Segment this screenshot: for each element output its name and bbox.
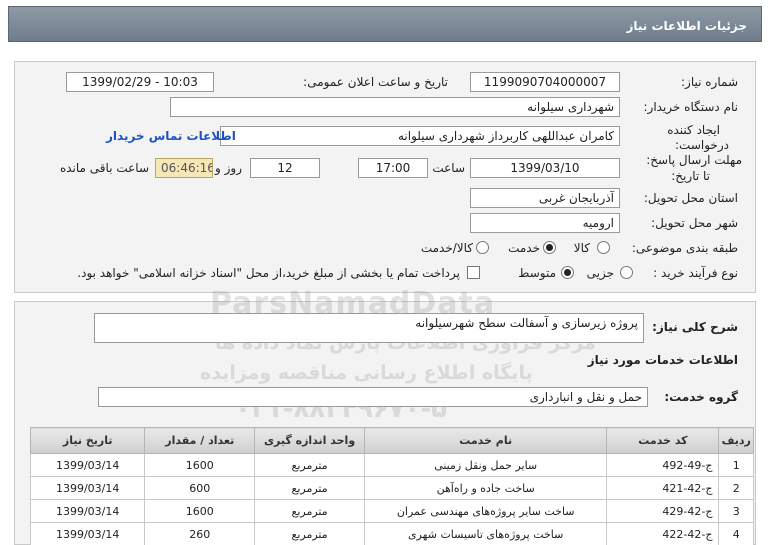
services-table-header: ردیف کد خدمت نام خدمت واحد اندازه گیری ت… [29,427,754,454]
process-medium-label: متوسط [518,266,556,280]
announce-date-field: 1399/02/29 - 10:03 [66,72,214,92]
category-service-radio[interactable] [543,241,556,254]
service-date: 1399/03/14 [29,522,146,545]
province-field: آذربایجان غربی [470,188,620,208]
row-number: 2 [718,476,754,500]
service-code: ج-42-429 [606,499,720,523]
remaining-time-label: ساعت باقی مانده [59,161,149,175]
page-title: جزئیات اطلاعات نیاز [8,6,762,42]
buyer-contact-link[interactable]: اطلاعات تماس خریدار [106,129,236,143]
col-code-header: کد خدمت [606,427,720,454]
service-unit: مترمربع [254,453,365,477]
table-row: 2 ج-42-421 ساخت جاده و راه‌آهن مترمربع 6… [29,476,754,500]
deadline-label-line2: تا تاریخ: [671,169,710,183]
need-number-label: شماره نیاز: [681,75,738,89]
creator-label-line2: درخواست: [675,138,729,152]
deadline-date-field: 1399/03/10 [470,158,620,178]
deadline-time-label: ساعت [432,161,465,175]
category-label: طبقه بندی موضوعی: [631,241,738,255]
col-row-header: ردیف [718,427,754,454]
service-group-label: گروه خدمت: [664,390,738,404]
category-goods-radio[interactable] [597,241,610,254]
row-number: 1 [718,453,754,477]
service-qty: 1600 [144,499,256,523]
service-qty: 600 [144,476,256,500]
deadline-label-line1: مهلت ارسال پاسخ: [646,153,742,167]
process-medium-radio[interactable] [561,266,574,279]
service-name: ساخت پروژه‌های تاسیسات شهری [363,522,608,545]
service-unit: مترمربع [254,499,365,523]
city-field: ارومیه [470,213,620,233]
city-label: شهر محل تحویل: [651,216,738,230]
category-service-label: خدمت [508,241,540,255]
service-code: ج-42-422 [606,522,720,545]
creator-field: کامران عبداللهی کاربرداز شهرداری سیلوانه [220,126,620,146]
service-qty: 260 [144,522,256,545]
col-qty-header: تعداد / مقدار [144,427,256,454]
remaining-time-field: 06:46:16 [155,158,213,178]
province-label: استان محل تحویل: [643,191,738,205]
deadline-time-field: 17:00 [358,158,428,178]
service-code: ج-42-421 [606,476,720,500]
category-goods-label: کالا [573,241,590,255]
process-type-label: نوع فرآیند خرید : [653,266,738,280]
description-label: شرح کلی نیاز: [652,320,738,334]
services-section-title: اطلاعات خدمات مورد نیاز [587,353,738,367]
service-date: 1399/03/14 [29,453,146,477]
table-row: 4 ج-42-422 ساخت پروژه‌های تاسیسات شهری م… [29,522,754,545]
creator-label-line1: ایجاد کننده [667,123,720,137]
buyer-org-field: شهرداری سیلوانه [170,97,620,117]
category-goods-service-radio[interactable] [476,241,489,254]
services-table: ردیف کد خدمت نام خدمت واحد اندازه گیری ت… [29,427,754,545]
announce-date-label: تاریخ و ساعت اعلان عمومی: [303,75,448,89]
category-goods-service-label: کالا/خدمت [420,241,473,255]
col-unit-header: واحد اندازه گیری [254,427,365,454]
service-group-field: حمل و نقل و انبارداری [98,387,648,407]
service-unit: مترمربع [254,476,365,500]
service-name: ساخت جاده و راه‌آهن [363,476,608,500]
service-date: 1399/03/14 [29,499,146,523]
table-row: 3 ج-42-429 ساخت سایر پروژه‌های مهندسی عم… [29,499,754,523]
service-code: ج-49-492 [606,453,720,477]
service-name: سایر حمل ونقل زمینی [363,453,608,477]
days-label: روز و [215,161,242,175]
service-qty: 1600 [144,453,256,477]
description-field: پروژه زیرسازی و آسفالت سطح شهرسیلوانه [94,313,644,343]
service-name: ساخت سایر پروژه‌های مهندسی عمران [363,499,608,523]
process-minor-radio[interactable] [620,266,633,279]
table-row: 1 ج-49-492 سایر حمل ونقل زمینی مترمربع 1… [29,453,754,477]
remaining-days-field: 12 [250,158,320,178]
service-unit: مترمربع [254,522,365,545]
process-minor-label: جزیی [586,266,614,280]
col-date-header: تاریخ نیاز [29,427,146,454]
buyer-org-label: نام دستگاه خریدار: [643,100,739,114]
row-number: 4 [718,522,754,545]
treasury-payment-checkbox[interactable] [467,266,480,279]
row-number: 3 [718,499,754,523]
col-name-header: نام خدمت [363,427,608,454]
service-date: 1399/03/14 [29,476,146,500]
treasury-payment-note: پرداخت تمام یا بخشی از مبلغ خرید،از محل … [77,266,460,280]
need-number-field: 1199090704000007 [470,72,620,92]
